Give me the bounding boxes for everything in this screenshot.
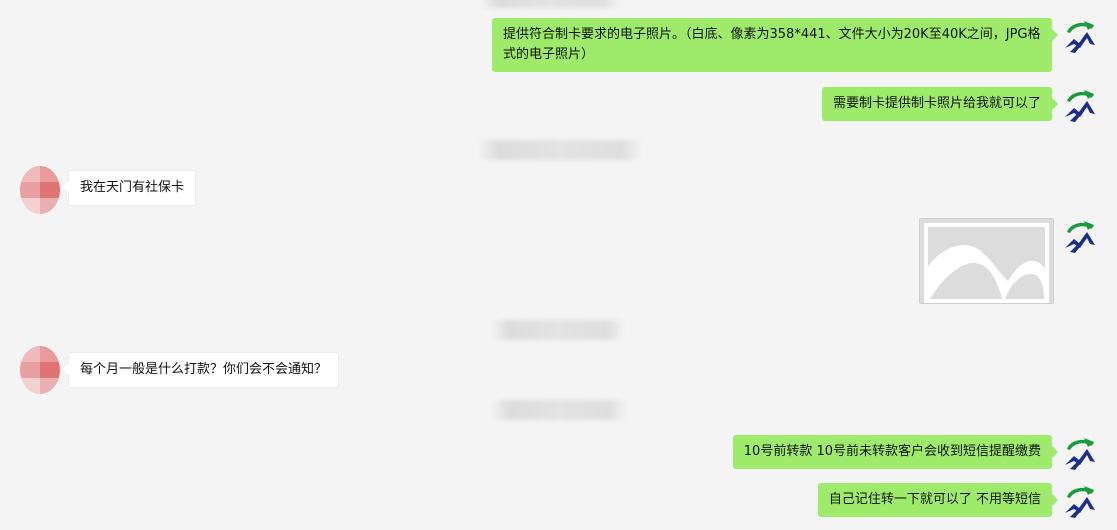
message-bubble-other[interactable]: 每个月一般是什么打款？你们会不会通知？ — [62, 352, 340, 388]
contact-avatar[interactable] — [20, 346, 60, 394]
self-avatar[interactable] — [1062, 18, 1098, 54]
logo-avatar-icon — [1065, 90, 1095, 122]
message-bubble-self[interactable]: 10号前转款 10号前未转款客户会收到短信提醒缴费 — [732, 435, 1059, 469]
logo-avatar-icon — [1065, 486, 1095, 518]
message-bubble-self[interactable]: 自己记住转一下就可以了 不用等短信 — [817, 483, 1059, 517]
timestamp-blurred — [492, 320, 624, 340]
timestamp-blurred — [492, 400, 626, 420]
image-placeholder-icon — [924, 223, 1049, 303]
image-message[interactable] — [919, 218, 1054, 304]
logo-avatar-icon — [1065, 21, 1095, 53]
self-avatar[interactable] — [1062, 435, 1098, 471]
chat-message-area[interactable]: 提供符合制卡要求的电子照片。（白底、像素为358*441、文件大小为20K至40… — [0, 0, 1117, 530]
message-bubble-self[interactable]: 需要制卡提供制卡照片给我就可以了 — [821, 87, 1059, 121]
contact-avatar[interactable] — [20, 166, 60, 214]
message-bubble-self[interactable]: 提供符合制卡要求的电子照片。（白底、像素为358*441、文件大小为20K至40… — [492, 18, 1058, 72]
timestamp-blurred — [478, 140, 642, 160]
self-avatar[interactable] — [1062, 87, 1098, 123]
message-bubble-other[interactable]: 我在天门有社保卡 — [62, 170, 197, 206]
logo-avatar-icon — [1065, 438, 1095, 470]
timestamp-blurred — [480, 0, 620, 8]
logo-avatar-icon — [1065, 221, 1095, 253]
self-avatar[interactable] — [1062, 218, 1098, 254]
self-avatar[interactable] — [1062, 483, 1098, 519]
